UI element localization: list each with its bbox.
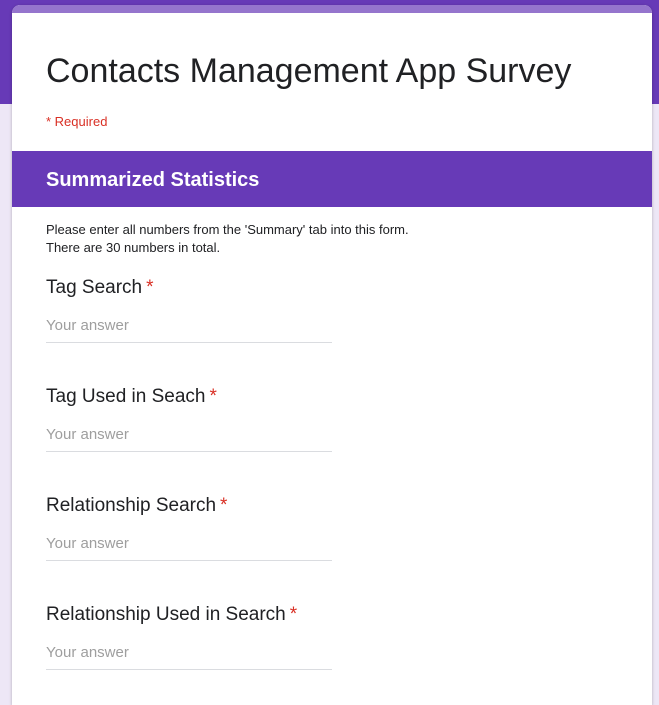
- question-relationship-search: Relationship Search *: [46, 494, 336, 561]
- relationship-used-in-search-input[interactable]: [46, 640, 332, 670]
- question-label: Relationship Used in Search *: [46, 604, 298, 625]
- question-label: Relationship Search *: [46, 495, 228, 516]
- question-tag-used-in-search: Tag Used in Seach *: [46, 385, 336, 452]
- required-asterisk: *: [209, 386, 217, 407]
- card-accent-bar: [12, 5, 652, 13]
- required-note: * Required: [46, 114, 108, 129]
- question-label: Tag Used in Seach *: [46, 386, 217, 407]
- section-description: Please enter all numbers from the 'Summa…: [46, 221, 409, 257]
- section-header: Summarized Statistics: [12, 151, 652, 207]
- tag-used-in-search-input[interactable]: [46, 422, 332, 452]
- section-description-line: There are 30 numbers in total.: [46, 240, 221, 255]
- required-asterisk: *: [289, 604, 298, 625]
- section-title: Summarized Statistics: [46, 169, 260, 191]
- question-tag-search: Tag Search *: [46, 276, 336, 343]
- tag-search-input[interactable]: [46, 313, 332, 343]
- form-title: Contacts Management App Survey: [46, 52, 572, 90]
- question-relationship-used-in-search: Relationship Used in Search *: [46, 603, 336, 670]
- required-asterisk: *: [220, 495, 228, 516]
- relationship-search-input[interactable]: [46, 531, 332, 561]
- question-label: Tag Search *: [46, 277, 154, 298]
- section-description-line: Please enter all numbers from the 'Summa…: [46, 222, 409, 237]
- required-asterisk: *: [146, 277, 154, 298]
- form-card: Contacts Management App Survey * Require…: [12, 5, 652, 705]
